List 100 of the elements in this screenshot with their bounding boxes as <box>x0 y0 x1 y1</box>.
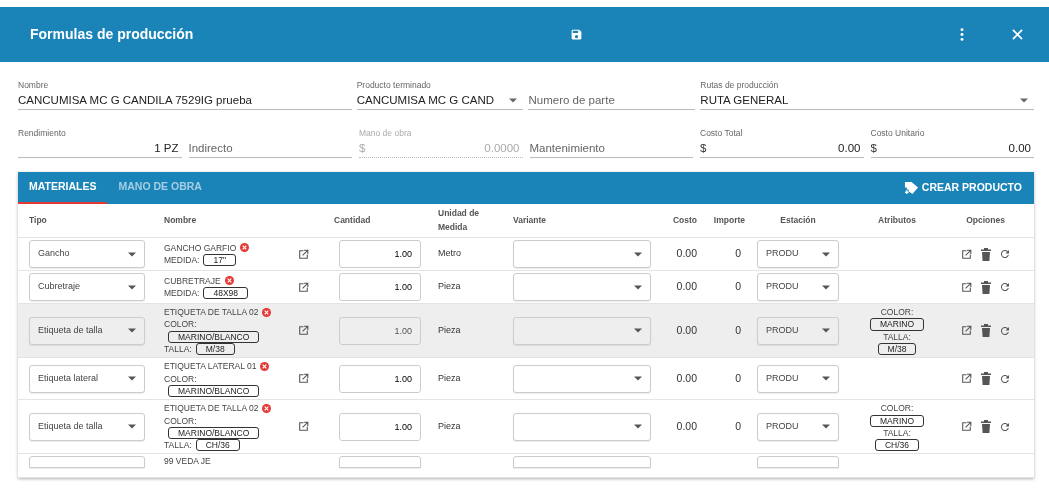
refresh-button[interactable] <box>999 372 1011 385</box>
open-button[interactable] <box>297 247 310 261</box>
quantity-field[interactable] <box>339 456 421 469</box>
select-field[interactable] <box>29 456 145 469</box>
delete-button[interactable] <box>981 247 991 261</box>
cost-value: 0.00 <box>676 279 697 295</box>
select-field[interactable] <box>513 364 651 393</box>
select-field[interactable]: PRODU <box>757 240 839 268</box>
attribute-tag: 48X98 <box>203 287 248 300</box>
refresh-icon <box>999 281 1011 293</box>
select-field[interactable]: Etiqueta lateral <box>29 364 145 393</box>
caret-icon <box>822 284 830 290</box>
attribute-label: MEDIDA: <box>164 287 200 300</box>
item-name: 99 VEDA JE <box>164 456 211 467</box>
save-button[interactable] <box>570 28 584 41</box>
open-button[interactable] <box>297 372 310 386</box>
field-value: RUTA GENERAL <box>700 92 790 108</box>
edit-button[interactable] <box>960 280 973 294</box>
external-link-icon <box>297 247 310 261</box>
input-field[interactable]: Indirecto <box>188 139 352 158</box>
select-field[interactable]: PRODU <box>757 412 839 441</box>
attribute-tag: MARINO/BLANCO <box>168 330 260 343</box>
input-field[interactable]: Numero de parte <box>528 91 696 110</box>
select-field[interactable]: Producto terminado CANCUMISA MC G CAND <box>356 74 524 110</box>
attribute-label: MEDIDA: <box>164 254 200 267</box>
currency-sign: $ <box>359 140 366 156</box>
remove-icon[interactable] <box>260 361 270 371</box>
input-field[interactable]: Costo Total $ 0.00 <box>700 122 864 158</box>
field-label: Producto terminado <box>356 80 432 89</box>
amount-value: 0 <box>735 370 741 386</box>
trash-icon <box>981 280 991 294</box>
attribute-label: COLOR: <box>880 402 914 415</box>
caret-icon <box>634 328 642 334</box>
select-field[interactable] <box>513 412 651 441</box>
edit-button[interactable] <box>960 372 973 386</box>
input-field[interactable]: Mantenimiento <box>529 139 693 158</box>
select-field[interactable]: Cubretraje <box>29 273 145 301</box>
attribute-tag: M/38 <box>195 343 235 356</box>
refresh-button[interactable] <box>999 248 1011 260</box>
attribute-tag: MARINO/BLANCO <box>168 426 260 439</box>
select-field[interactable] <box>513 240 651 268</box>
column-header: Cantidad <box>334 214 371 227</box>
select-field[interactable] <box>757 456 839 469</box>
attribute-tag: MARINO <box>870 318 924 331</box>
delete-button[interactable] <box>981 372 991 386</box>
caret-icon <box>634 424 642 430</box>
select-field[interactable]: Etiqueta de talla <box>29 412 145 441</box>
select-value: PRODU <box>766 323 800 337</box>
select-field[interactable]: PRODU <box>757 273 839 301</box>
select-value: Etiqueta de talla <box>38 323 104 337</box>
refresh-icon <box>999 248 1011 260</box>
select-field[interactable] <box>513 456 651 469</box>
attribute-tag: M/38 <box>877 342 917 356</box>
attribute-label: COLOR: <box>164 372 198 385</box>
column-header: Unidad de Medida <box>438 206 481 234</box>
trash-icon <box>981 247 991 261</box>
unit-text: Pieza <box>438 371 461 385</box>
attribute-label: COLOR: <box>164 414 198 427</box>
edit-button[interactable] <box>960 247 973 261</box>
more-button[interactable] <box>960 28 964 41</box>
select-field[interactable] <box>513 273 651 301</box>
amount-value: 0 <box>735 322 741 338</box>
refresh-icon <box>999 420 1011 433</box>
remove-icon[interactable] <box>262 403 272 413</box>
delete-button[interactable] <box>981 280 991 294</box>
column-header: Opciones <box>966 214 1005 227</box>
input-field[interactable]: Rendimiento 1 PZ <box>18 122 182 158</box>
column-header: Nombre <box>164 214 197 227</box>
remove-icon[interactable] <box>240 243 250 253</box>
quantity-field[interactable]: 1.00 <box>339 273 421 301</box>
delete-button[interactable] <box>981 420 991 434</box>
select-field[interactable]: PRODU <box>757 364 839 393</box>
select-value: Cubretraje <box>38 280 82 294</box>
close-button[interactable] <box>1012 29 1023 40</box>
caret-icon <box>822 376 830 382</box>
attribute-label: COLOR: <box>880 306 914 319</box>
open-button[interactable] <box>297 420 310 434</box>
refresh-button[interactable] <box>999 281 1011 293</box>
tag-plus-icon <box>903 181 919 195</box>
edit-button[interactable] <box>960 420 973 434</box>
amount-value: 0 <box>735 418 741 434</box>
quantity-field[interactable]: 1.00 <box>339 364 421 393</box>
quantity-field[interactable]: 1.00 <box>339 240 421 268</box>
input-field[interactable]: Nombre CANCUMISA MC G CANDILA 7529IG prueba <box>18 74 352 110</box>
refresh-button[interactable] <box>999 420 1011 433</box>
create-product-button[interactable]: CREAR PRODUCTO <box>891 172 1034 204</box>
attribute-label: TALLA: <box>164 342 192 356</box>
select-field[interactable]: Gancho <box>29 240 145 268</box>
input-field[interactable]: Costo Unitario $ 0.00 <box>870 122 1034 158</box>
attribute-tag: MARINO/BLANCO <box>168 384 260 398</box>
caret-icon <box>128 251 136 257</box>
external-link-icon <box>297 324 310 338</box>
external-link-icon <box>960 324 973 338</box>
quantity-field[interactable]: 1.00 <box>339 412 421 441</box>
column-header: Importe <box>713 214 745 227</box>
open-button[interactable] <box>297 280 310 294</box>
select-field[interactable]: Rutas de producción RUTA GENERAL <box>700 74 1034 110</box>
remove-icon[interactable] <box>224 276 234 286</box>
column-header: Costo <box>672 214 697 227</box>
trash-icon <box>981 372 991 386</box>
